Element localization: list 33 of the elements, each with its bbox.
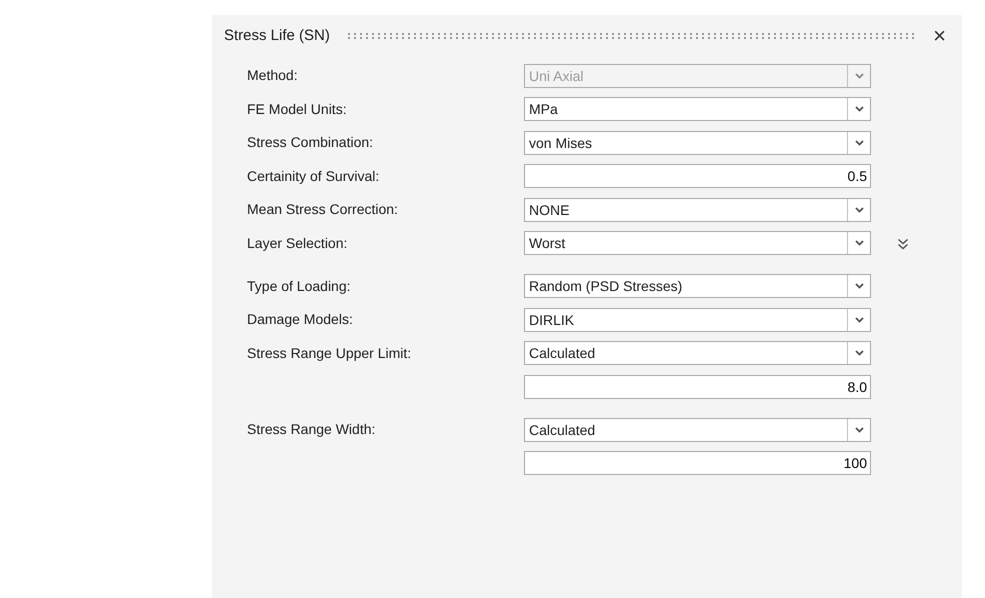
number-field[interactable]: 0.5 bbox=[524, 164, 871, 188]
caret-icon bbox=[854, 240, 864, 246]
dropdown[interactable]: Calculated bbox=[524, 341, 871, 365]
caret-icon bbox=[854, 350, 864, 356]
caret-icon bbox=[854, 206, 864, 212]
field-label: Stress Range Upper Limit: bbox=[247, 344, 412, 360]
field-label: Layer Selection: bbox=[247, 234, 348, 250]
dropdown[interactable]: von Mises bbox=[524, 130, 871, 154]
caret-icon bbox=[854, 106, 864, 112]
field-label: Stress Range Width: bbox=[247, 421, 376, 437]
field-label: Stress Combination: bbox=[247, 134, 374, 150]
expand-icon[interactable] bbox=[897, 238, 909, 250]
dropdown[interactable]: Worst bbox=[524, 231, 871, 255]
close-button[interactable]: × bbox=[929, 25, 950, 48]
number-field[interactable]: 100 bbox=[524, 451, 871, 475]
number-field[interactable]: 8.0 bbox=[524, 374, 871, 398]
caret-icon bbox=[854, 426, 864, 432]
caret-icon bbox=[854, 283, 864, 289]
field-label: Certainity of Survival: bbox=[247, 168, 380, 184]
field-label: Mean Stress Correction: bbox=[247, 201, 398, 217]
dropdown[interactable]: MPa bbox=[524, 97, 871, 121]
field-label: FE Model Units: bbox=[247, 100, 347, 116]
field-label: Type of Loading: bbox=[247, 278, 351, 294]
field-label: Damage Models: bbox=[247, 311, 353, 327]
field-label: Method: bbox=[247, 67, 298, 83]
dropdown[interactable]: DIRLIK bbox=[524, 308, 871, 332]
dropdown[interactable]: Random (PSD Stresses) bbox=[524, 274, 871, 298]
dropdown[interactable]: NONE bbox=[524, 198, 871, 222]
panel-title: Stress Life (SN) bbox=[224, 26, 330, 46]
caret-icon bbox=[854, 140, 864, 146]
caret-icon bbox=[854, 72, 864, 78]
dropdown[interactable]: Calculated bbox=[524, 418, 871, 442]
caret-icon bbox=[854, 316, 864, 322]
